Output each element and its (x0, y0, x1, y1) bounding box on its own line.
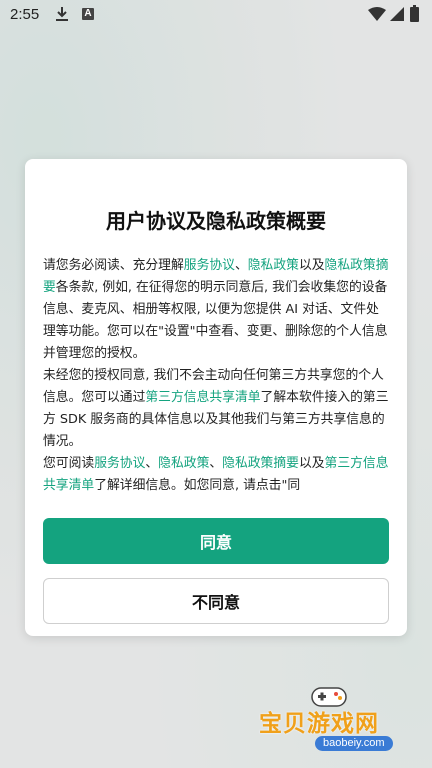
agree-button[interactable]: 同意 (43, 518, 389, 564)
body-text: 、 (234, 258, 248, 273)
watermark-name: 宝贝游戏网 (259, 711, 379, 737)
paragraph-2: 未经您的授权同意, 我们不会主动向任何第三方共享您的个人信息。您可以通过第三方信… (43, 365, 391, 453)
paragraph-3: 您可阅读服务协议、隐私政策、隐私政策摘要以及第三方信息共享清单了解详细信息。如您… (43, 453, 391, 491)
battery-icon (410, 5, 419, 22)
policy-link[interactable]: 服务协议 (184, 258, 235, 273)
body-text: 您可阅读 (43, 456, 95, 471)
body-text: 请您务必阅读、充分理解 (43, 258, 184, 273)
signal-icon (390, 7, 404, 21)
body-text: 各条款, 例如, 在征得您的明示同意后, 我们会收集您的设备信息、麦克风、相册等… (43, 280, 388, 361)
policy-link[interactable]: 隐私政策 (248, 258, 299, 273)
policy-link[interactable]: 隐私政策摘要 (222, 456, 299, 471)
watermark-logo: 宝贝游戏网 baobeiy.com (255, 682, 425, 762)
body-text: 以及 (298, 456, 325, 471)
dialog-body[interactable]: 请您务必阅读、充分理解服务协议、隐私政策以及隐私政策摘要各条款, 例如, 在征得… (43, 255, 391, 491)
body-text: 、 (209, 456, 223, 471)
watermark-url: baobeiy.com (315, 736, 393, 751)
policy-link[interactable]: 第三方信息共享清单 (145, 390, 260, 405)
body-text: 、 (145, 456, 159, 471)
body-text: 了解详细信息。如您同意, 请点击"同 (94, 478, 301, 491)
status-time: 2:55 (10, 6, 40, 23)
dialog-title: 用户协议及隐私政策概要 (106, 209, 326, 233)
paragraph-1: 请您务必阅读、充分理解服务协议、隐私政策以及隐私政策摘要各条款, 例如, 在征得… (43, 255, 391, 365)
privacy-dialog: 用户协议及隐私政策概要 请您务必阅读、充分理解服务协议、隐私政策以及隐私政策摘要… (25, 159, 407, 636)
status-bar: 2:55 A (0, 0, 432, 32)
disagree-button[interactable]: 不同意 (43, 578, 389, 624)
policy-link[interactable]: 服务协议 (94, 456, 145, 471)
wifi-icon (368, 7, 386, 21)
download-icon (56, 7, 68, 21)
a-badge-icon: A (82, 8, 94, 20)
policy-link[interactable]: 隐私政策 (158, 456, 209, 471)
body-text: 以及 (298, 258, 325, 273)
